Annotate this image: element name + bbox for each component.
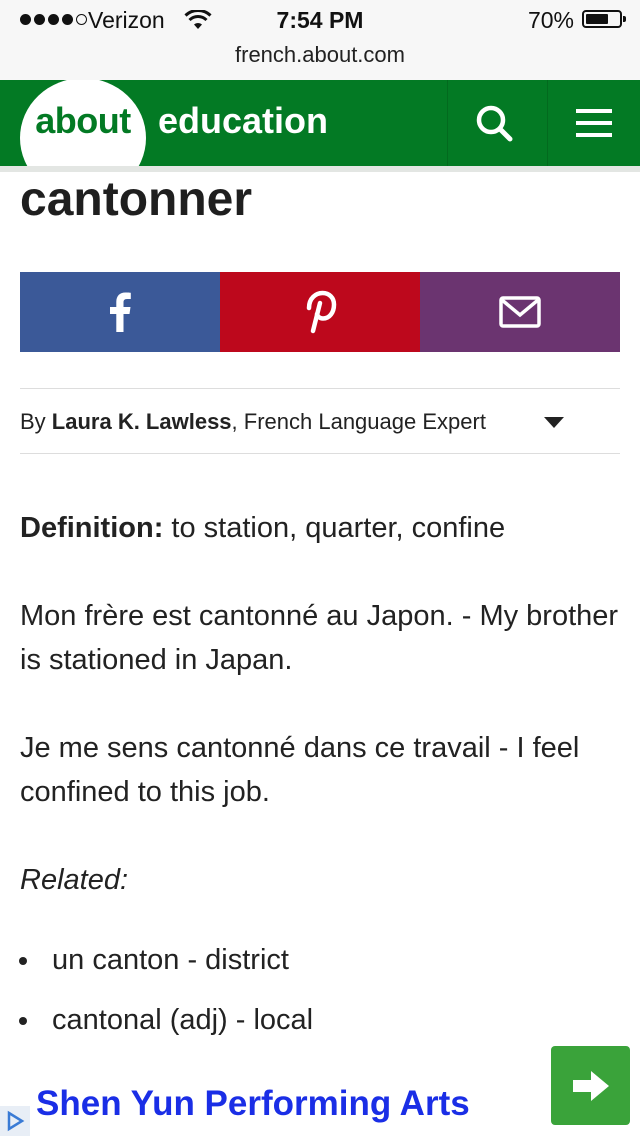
site-header: about education xyxy=(0,80,640,166)
adchoices-icon[interactable] xyxy=(0,1106,30,1136)
example-sentence-1: Mon frère est cantonné au Japon. - My br… xyxy=(20,600,619,676)
author-byline[interactable]: By Laura K. Lawless, French Language Exp… xyxy=(20,388,620,454)
about-logo[interactable]: about xyxy=(20,80,146,166)
related-label: Related: xyxy=(20,864,129,896)
search-icon xyxy=(476,105,513,142)
battery-percent: 70% xyxy=(527,7,574,33)
caret-down-icon[interactable] xyxy=(544,417,564,428)
facebook-share-button[interactable] xyxy=(20,272,220,352)
author-role: , French Language Expert xyxy=(231,409,486,434)
article-body: Definition: to station, quarter, confine… xyxy=(20,506,620,1058)
arrow-right-icon xyxy=(572,1070,609,1101)
email-icon xyxy=(499,296,541,328)
list-item: cantonal (adj) - local xyxy=(42,998,620,1042)
share-bar xyxy=(20,272,620,352)
ad-arrow-button[interactable] xyxy=(551,1046,630,1125)
pinterest-icon xyxy=(306,290,337,334)
hamburger-menu-icon xyxy=(576,109,612,137)
address-bar-url[interactable]: french.about.com xyxy=(0,42,640,68)
ad-headline[interactable]: Shen Yun Performing Arts xyxy=(36,1084,470,1124)
battery-icon xyxy=(582,10,626,28)
status-bar: Verizon 7:54 PM 70% french.about.com xyxy=(0,0,640,80)
example-sentence-2: Je me sens cantonné dans ce travail - I … xyxy=(20,732,580,808)
logo-text: about xyxy=(35,100,131,141)
pinterest-share-button[interactable] xyxy=(220,272,420,352)
menu-button[interactable] xyxy=(547,80,640,166)
author-name: Laura K. Lawless xyxy=(51,409,232,434)
email-share-button[interactable] xyxy=(420,272,620,352)
list-item: un canton - district xyxy=(42,938,620,982)
definition: Definition: to station, quarter, confine xyxy=(20,506,620,550)
article-title: cantonner xyxy=(20,173,253,226)
advertisement-banner[interactable]: Shen Yun Performing Arts xyxy=(0,1044,640,1136)
search-button[interactable] xyxy=(447,80,540,166)
definition-text: to station, quarter, confine xyxy=(163,512,506,544)
brand-title[interactable]: education xyxy=(158,100,328,142)
facebook-icon xyxy=(110,292,131,332)
definition-label: Definition: xyxy=(20,512,164,544)
byline-prefix: By xyxy=(20,409,52,434)
related-list: un canton - district cantonal (adj) - lo… xyxy=(20,938,620,1042)
